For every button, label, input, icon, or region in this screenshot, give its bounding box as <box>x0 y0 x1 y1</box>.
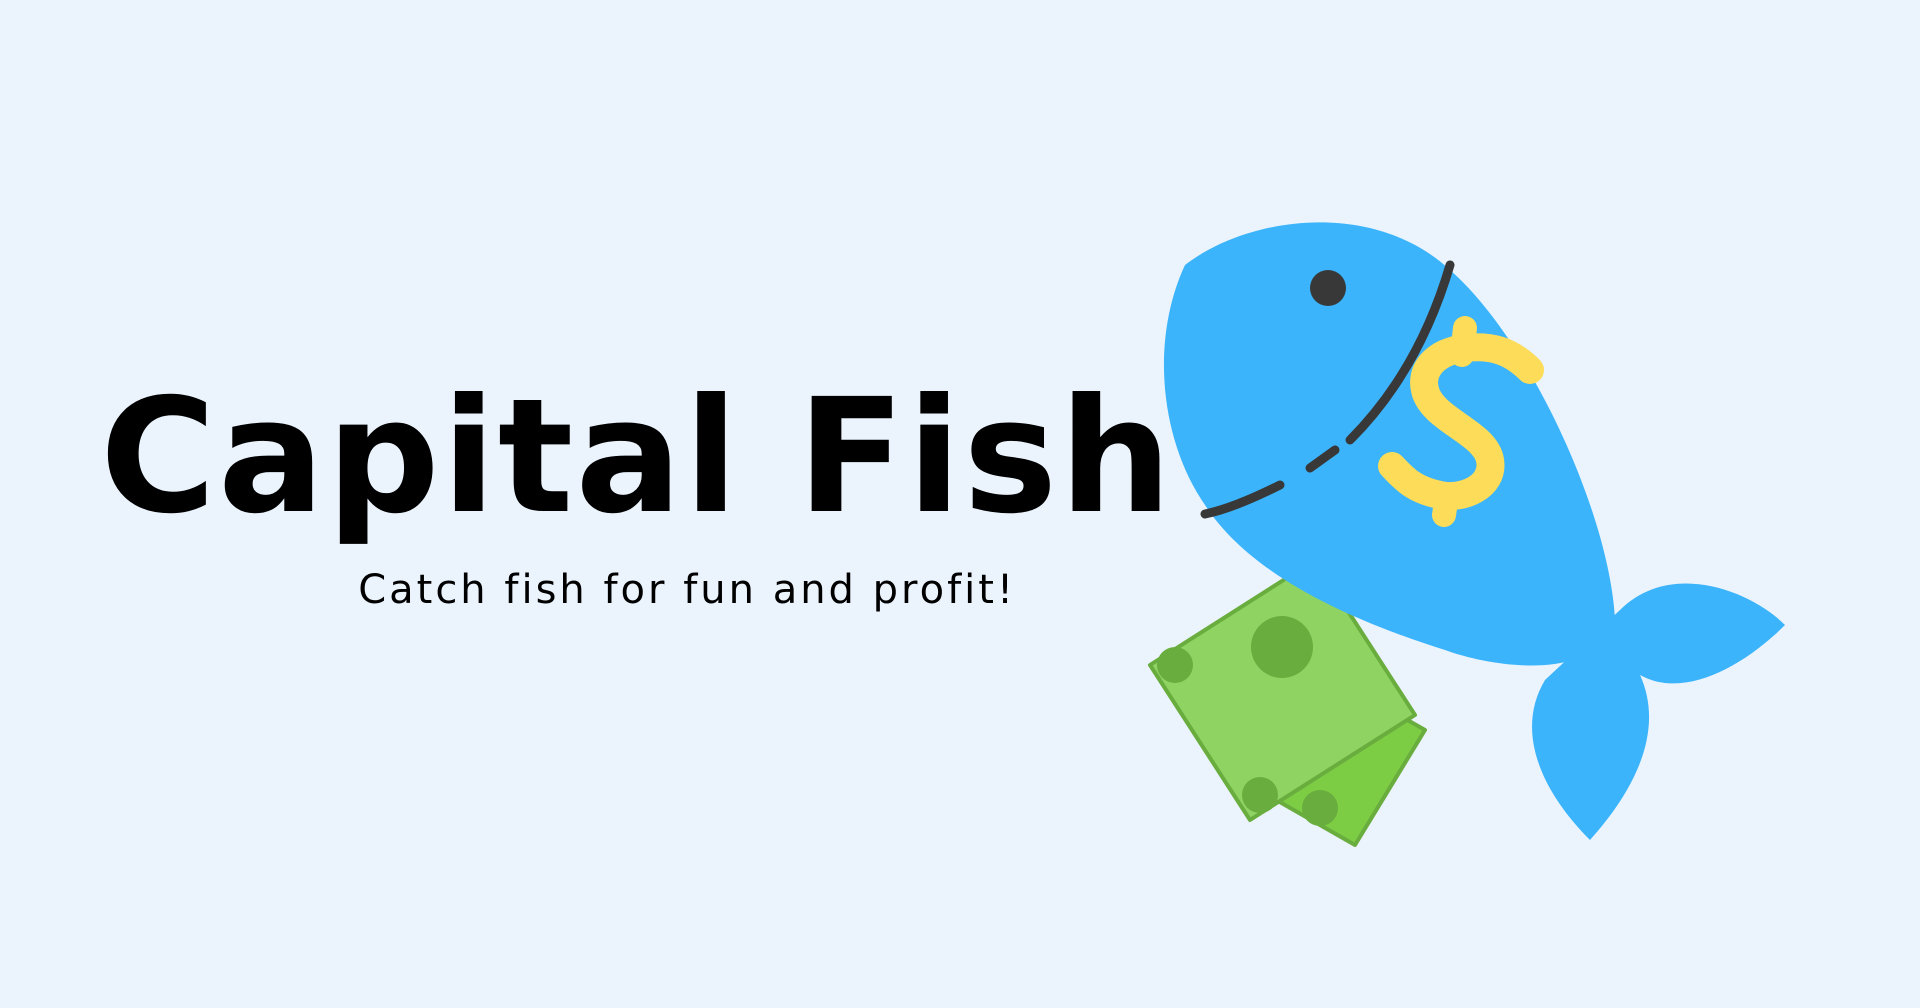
fish-body <box>1163 222 1615 666</box>
page-title: Capital Fish <box>100 365 1174 549</box>
fish-with-money-icon <box>1148 222 1785 847</box>
hero-banner: Capital Fish Catch fish for fun and prof… <box>0 0 1920 1008</box>
tagline: Catch fish for fun and profit! <box>358 567 1016 613</box>
fish-eye <box>1310 270 1346 306</box>
